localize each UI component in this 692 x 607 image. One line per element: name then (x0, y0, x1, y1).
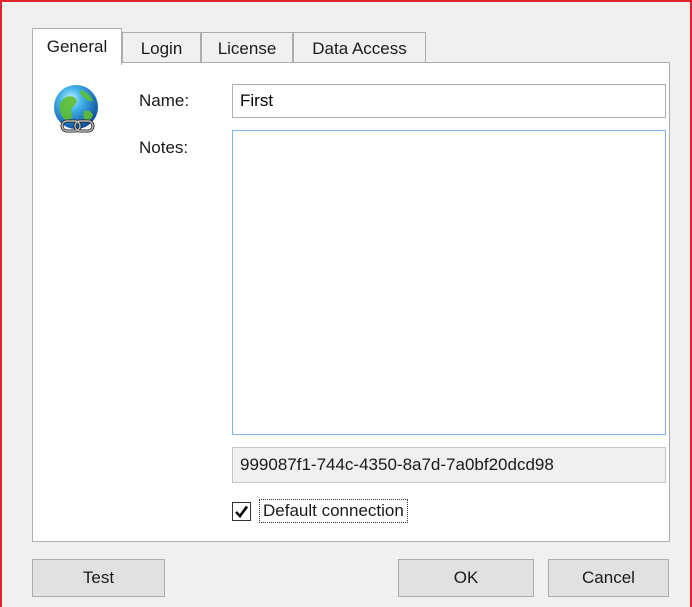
name-label: Name: (139, 91, 190, 110)
name-input[interactable] (232, 84, 666, 118)
default-connection-row: Default connection (232, 499, 408, 523)
tab-login-label: Login (140, 39, 183, 58)
globe-chain-icon (54, 85, 98, 133)
tab-data-access[interactable]: Data Access (293, 32, 426, 63)
tab-license[interactable]: License (201, 32, 293, 63)
notes-label: Notes: (139, 138, 189, 157)
notes-textarea[interactable] (232, 130, 666, 435)
ok-button[interactable]: OK (398, 559, 534, 597)
tab-license-label: License (217, 39, 277, 58)
default-connection-label[interactable]: Default connection (259, 499, 408, 523)
checkmark-icon (235, 505, 249, 518)
tab-login[interactable]: Login (122, 32, 201, 63)
default-connection-checkbox[interactable] (232, 501, 251, 521)
tab-data-access-label: Data Access (312, 39, 407, 58)
tab-general[interactable]: General (32, 28, 122, 65)
connection-guid-field: 999087f1-744c-4350-8a7d-7a0bf20dcd98 (232, 447, 666, 483)
cancel-button[interactable]: Cancel (548, 559, 669, 597)
tab-general-label: General (46, 37, 108, 56)
test-button[interactable]: Test (32, 559, 165, 597)
